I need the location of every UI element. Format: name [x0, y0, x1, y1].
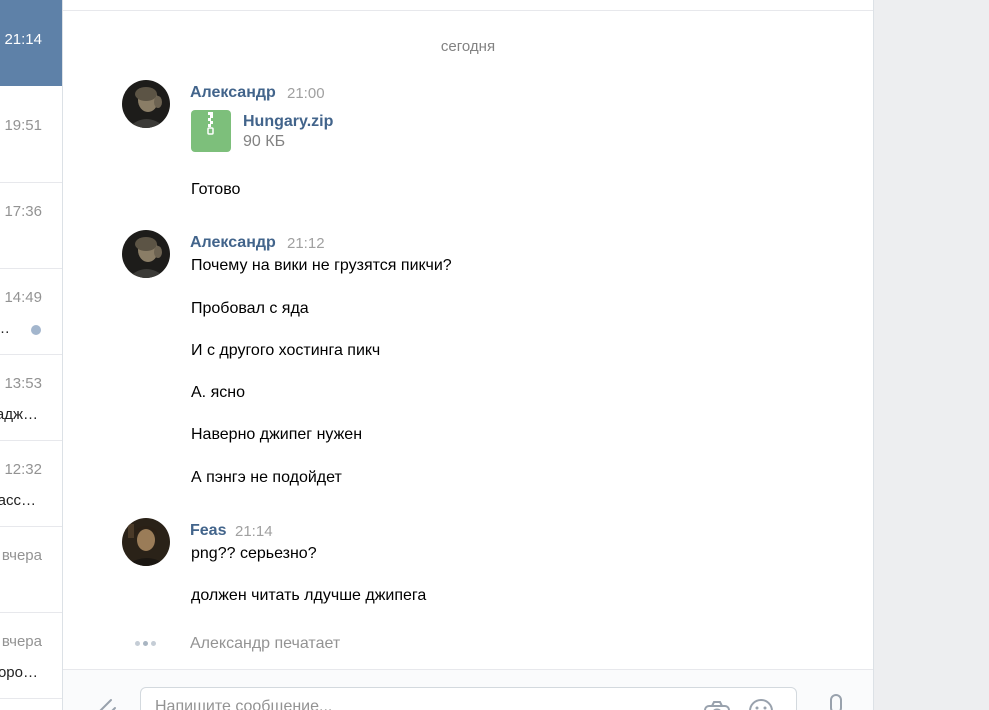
message-text: И с другого хостинга пикч [191, 342, 381, 359]
dialog-item[interactable]: 13:53 адж… [0, 355, 62, 441]
dialog-snippet: … [0, 320, 10, 337]
typing-indicator: Александр печатает [190, 635, 341, 652]
dialog-time: 19:51 [4, 117, 42, 134]
camera-icon[interactable] [703, 698, 731, 710]
chat-pane: сегодня Александр 21:00 Hungary.zip 90 К… [63, 0, 873, 710]
smile-icon[interactable] [748, 698, 774, 710]
message-input[interactable] [140, 687, 797, 710]
dialog-snippet: адж… [0, 406, 38, 423]
dialog-item[interactable]: 19:51 [0, 97, 62, 183]
paperclip-icon[interactable] [91, 694, 119, 710]
dialog-time: вчера [1, 633, 42, 650]
zip-file-icon[interactable] [191, 110, 231, 152]
message-time[interactable]: 21:14 [235, 523, 273, 540]
dialog-item[interactable]: 14:49 … [0, 269, 62, 355]
message-text: должен читать лдучше джипега [191, 587, 427, 604]
dialog-item[interactable]: 17:36 [0, 183, 62, 269]
message-text: Почему на вики не грузятся пикчи? [191, 257, 452, 274]
file-size: 90 КБ [243, 133, 286, 150]
avatar[interactable] [122, 230, 170, 278]
dialog-snippet: оро… [0, 664, 38, 681]
dialog-time: 13:53 [4, 375, 42, 392]
avatar[interactable] [122, 518, 170, 566]
typing-dots-icon [135, 641, 161, 647]
dialog-time: 12:32 [4, 461, 42, 478]
dialog-time: 17:36 [4, 203, 42, 220]
date-separator: сегодня [440, 38, 496, 55]
message-text: Наверно джипег нужен [191, 426, 363, 443]
message-author[interactable]: Александр [190, 234, 276, 252]
message-text: А. ясно [191, 384, 245, 401]
message-text: png?? серьезно? [191, 545, 317, 562]
message-text: Пробовал с яда [191, 300, 309, 317]
message-author[interactable]: Александр [190, 84, 276, 102]
microphone-icon[interactable] [827, 694, 845, 710]
message-author[interactable]: Feas [190, 522, 226, 540]
message-text: Готово [191, 181, 241, 198]
dialog-time: вчера [1, 547, 42, 564]
dialog-time: 14:49 [4, 289, 42, 306]
unread-dot-icon [31, 325, 41, 335]
dialog-item[interactable]: 12:32 асс… [0, 441, 62, 527]
right-background [874, 0, 989, 710]
dialog-snippet: асс… [0, 492, 36, 509]
avatar[interactable] [122, 80, 170, 128]
dialog-list: 21:14 19:51 17:36 14:49 … 13:53 адж… 12:… [0, 0, 62, 710]
composer [63, 669, 873, 710]
dialog-time: 21:14 [4, 31, 42, 48]
dialog-item[interactable]: вчера [0, 527, 62, 613]
dialog-item[interactable]: 21:14 [0, 0, 62, 86]
message-text: А пэнгэ не подойдет [191, 469, 342, 486]
divider [63, 10, 873, 11]
message-time[interactable]: 21:00 [287, 85, 325, 102]
dialog-item[interactable]: вчера оро… [0, 613, 62, 699]
message-time[interactable]: 21:12 [287, 235, 325, 252]
file-name-link[interactable]: Hungary.zip [243, 113, 333, 131]
